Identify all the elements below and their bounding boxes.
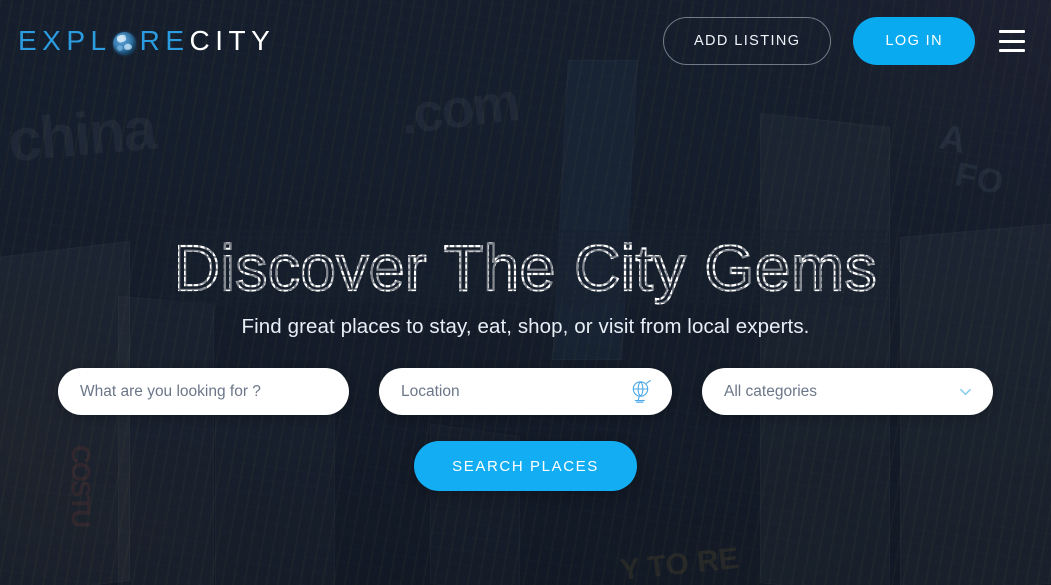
search-input[interactable] (80, 382, 327, 401)
category-selected-value: All categories (724, 382, 818, 400)
chevron-down-icon[interactable] (958, 384, 973, 399)
logo-text-part2: RE (139, 25, 190, 56)
hero-subtitle: Find great places to stay, eat, shop, or… (241, 315, 810, 339)
location-field-wrapper[interactable] (379, 368, 672, 416)
hero-section: china .com A FO Y TO RE COSTU EXPL RE CI… (0, 0, 1051, 585)
search-places-button[interactable]: SEARCH PLACES (414, 441, 637, 492)
background-billboard-text: china (5, 94, 158, 175)
desk-globe-icon[interactable] (628, 379, 654, 405)
search-form: All categories (58, 368, 993, 416)
add-listing-button[interactable]: ADD LISTING (662, 17, 832, 65)
page-title: Discover The City Gems (161, 225, 890, 312)
globe-icon (112, 31, 136, 55)
location-input[interactable] (401, 382, 650, 401)
category-select[interactable]: All categories (702, 368, 993, 416)
login-button[interactable]: LOG IN (853, 17, 975, 65)
background-billboard-text: COSTU (66, 445, 96, 526)
keyword-field-wrapper[interactable] (58, 368, 349, 416)
page-title-text: Discover The City Gems (173, 232, 878, 304)
hamburger-menu-icon[interactable] (999, 30, 1025, 52)
logo-text-city: CITY (189, 25, 276, 56)
logo-text-part1: EXPL (18, 25, 112, 56)
site-header: EXPL RE CITY ADD LISTING LOG IN (0, 0, 1051, 82)
site-logo[interactable]: EXPL RE CITY (18, 21, 275, 61)
